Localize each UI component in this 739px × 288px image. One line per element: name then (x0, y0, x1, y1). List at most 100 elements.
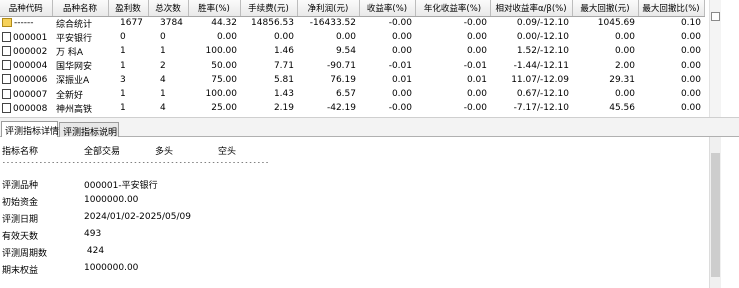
table-cell: 50.00 (211, 60, 237, 71)
instrument-code: 000007 (13, 89, 48, 100)
table-cell: 0.00/-12.10 (516, 32, 569, 43)
table-cell: 1677 (120, 18, 143, 29)
table-row[interactable]: ------ 综合统计 1677 3784 44.32 14856.53 -16433.52… (0, 16, 704, 30)
col-header-annual-return[interactable]: 年化收益率(%) (415, 0, 491, 17)
results-table: 品种代码 品种名称 盈利数 总次数 胜率(%) 手续费(元) 净利润(元) 收益… (0, 0, 705, 115)
instrument-code: 000001 (13, 32, 48, 43)
col-header-fee[interactable]: 手续费(元) (240, 0, 298, 17)
col-header-return[interactable]: 收益率(%) (359, 0, 416, 17)
grid-vertical-scrollbar[interactable] (709, 0, 721, 117)
detail-header-metric-name: 指标名称 (2, 147, 39, 157)
document-icon (2, 45, 11, 56)
table-row[interactable]: 000002 万 科A 1 1 100.00 1.46 9.54 0.00 0.00 1.52/-… (0, 44, 704, 58)
table-cell: 0.00 (466, 32, 487, 43)
table-cell: 11.07/-12.09 (511, 74, 569, 85)
table-cell: -16433.52 (309, 18, 356, 29)
table-cell: 0.00 (680, 46, 701, 57)
tab-bar: 评测指标详情 评测指标说明 (0, 117, 739, 138)
col-header-max-drawdown[interactable]: 最大回撤(元) (572, 0, 639, 17)
col-header-name[interactable]: 品种名称 (52, 0, 109, 17)
table-cell: 0.00 (614, 32, 635, 43)
table-row[interactable]: 000008 神州高铁 1 4 25.00 2.19 -42.19 -0.00 -0.00 -7.… (0, 101, 704, 115)
table-cell: -0.01 (463, 60, 487, 71)
table-cell: 000006 (0, 73, 52, 87)
table-cell: -42.19 (326, 103, 356, 114)
col-header-win-rate[interactable]: 胜率(%) (188, 0, 241, 17)
table-cell: 29.31 (609, 74, 635, 85)
table-cell: 0.00 (391, 46, 412, 57)
table-cell: 4 (160, 74, 166, 85)
table-cell: 国华网安 (56, 62, 93, 73)
detail-header-long: 多头 (155, 147, 174, 157)
table-cell: 0.00 (614, 46, 635, 57)
table-cell: 0.00 (680, 32, 701, 43)
table-cell: -0.00 (388, 103, 412, 114)
table-cell: 1 (120, 60, 126, 71)
table-cell: 0.00 (680, 74, 701, 85)
table-cell: 0.00 (680, 103, 701, 114)
col-header-net-profit[interactable]: 净利润(元) (297, 0, 360, 17)
table-cell: 44.32 (211, 18, 237, 29)
table-cell: 4 (160, 103, 166, 114)
table-row[interactable]: 000007 全新好 1 1 100.00 1.43 6.57 0.00 0.00 0.67/-1… (0, 87, 704, 101)
instrument-code: 000004 (13, 61, 48, 72)
table-row[interactable]: 000001 平安银行 0 0 0.00 0.00 0.00 0.00 0.00 0.00/-12… (0, 30, 704, 44)
col-header-relative-return[interactable]: 相对收益率α/β(%) (490, 0, 573, 17)
detail-row-final-equity: 期末权益 1000000.00 (0, 263, 400, 277)
table-cell: 1 (120, 89, 126, 100)
table-cell: -90.71 (326, 60, 356, 71)
tab-metric-details[interactable]: 评测指标详情 (1, 121, 59, 138)
col-header-code[interactable]: 品种代码 (0, 0, 53, 17)
table-cell: 1.46 (273, 46, 294, 57)
tab-metric-explanation[interactable]: 评测指标说明 (59, 122, 119, 138)
document-icon (2, 74, 11, 85)
document-icon (2, 31, 11, 42)
document-icon (2, 60, 11, 71)
col-header-win-count[interactable]: 盈利数 (108, 0, 149, 17)
table-cell: 深振业A (56, 76, 90, 87)
table-cell: 万 科A (56, 47, 84, 58)
table-cell: 000007 (0, 87, 52, 101)
table-cell: 75.00 (211, 74, 237, 85)
table-cell: 0.00 (466, 89, 487, 100)
detail-value: 493 (84, 229, 102, 239)
table-row[interactable]: 000004 国华网安 1 2 50.00 7.71 -90.71 -0.01 -0.01 -1.… (0, 59, 704, 73)
detail-scroll-thumb[interactable] (711, 153, 720, 277)
detail-value: 2024/01/02-2025/05/09 (84, 212, 191, 222)
folder-icon (2, 18, 12, 28)
table-cell: 2 (160, 60, 166, 71)
table-cell: 1 (160, 46, 166, 57)
table-cell: 0 (120, 32, 126, 43)
table-cell: 000004 (0, 59, 52, 73)
detail-row-valid-days: 有效天数 493 (0, 229, 400, 243)
detail-value: 1000000.00 (84, 263, 139, 273)
detail-label: 初始资金 (2, 198, 39, 208)
table-cell: 3784 (160, 18, 183, 29)
table-cell: 0.00 (335, 32, 356, 43)
table-cell: 0.00 (680, 60, 701, 71)
table-cell: 神州高铁 (56, 104, 93, 115)
table-cell: 0.00 (273, 32, 294, 43)
document-icon (2, 102, 11, 113)
table-cell: 7.71 (273, 60, 294, 71)
detail-header-all-trades: 全部交易 (84, 147, 121, 157)
table-cell: 2.00 (614, 60, 635, 71)
table-cell: 000001 (0, 30, 52, 44)
table-cell: 5.81 (273, 74, 294, 85)
table-cell: ------ (0, 16, 52, 30)
table-cell: 3 (120, 74, 126, 85)
detail-vertical-scrollbar[interactable] (709, 137, 721, 288)
instrument-code: 000006 (13, 75, 48, 86)
table-cell: 2.19 (273, 103, 294, 114)
col-header-total-count[interactable]: 总次数 (148, 0, 189, 17)
table-row[interactable]: 000006 深振业A 3 4 75.00 5.81 76.19 0.01 0.01 11.07/… (0, 73, 704, 87)
table-cell: -0.01 (388, 60, 412, 71)
scroll-box-icon[interactable] (711, 12, 720, 21)
table-cell: 1 (160, 89, 166, 100)
table-cell: 平安银行 (56, 33, 93, 44)
detail-header-short: 空头 (218, 147, 237, 157)
detail-row-instrument: 评测品种 000001-平安银行 (0, 178, 400, 192)
col-header-max-drawdown-ratio[interactable]: 最大回撤比(%) (638, 0, 705, 17)
table-cell: -7.17/-12.10 (513, 103, 569, 114)
detail-row-date-range: 评测日期 2024/01/02-2025/05/09 (0, 212, 400, 226)
